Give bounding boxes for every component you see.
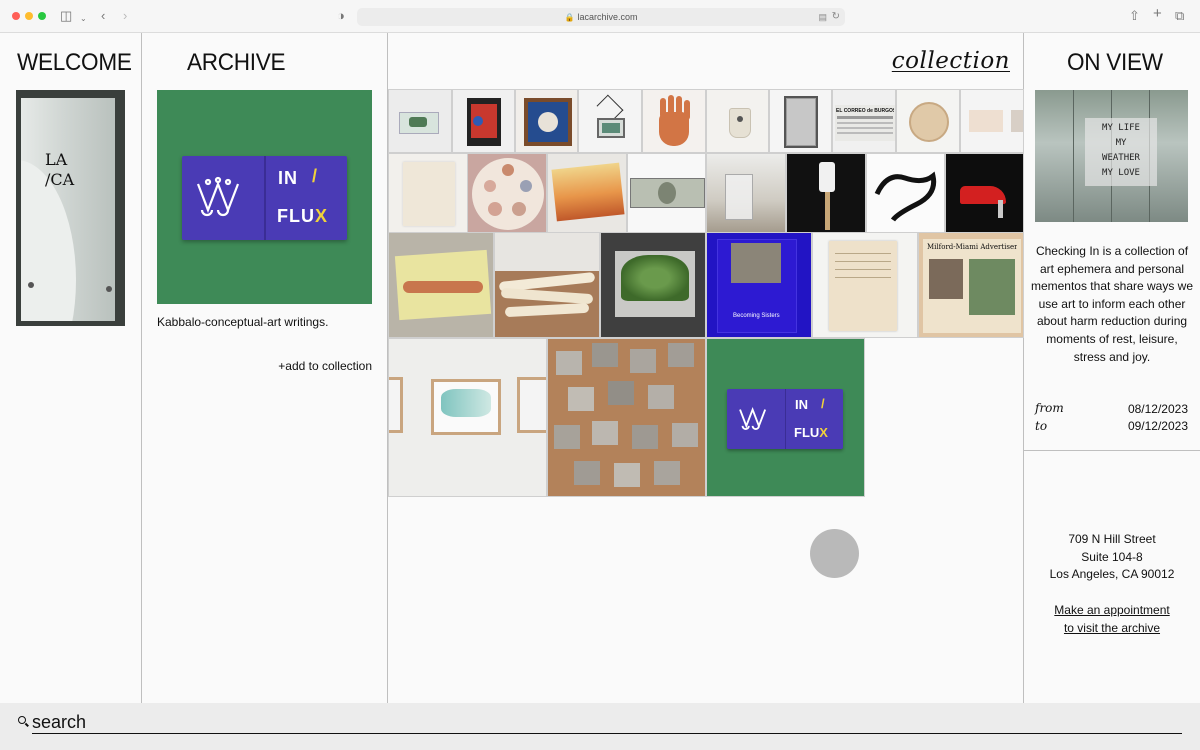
becoming-sisters-text: Becoming Sisters xyxy=(733,313,780,319)
book-slash: / xyxy=(312,166,318,186)
welcome-door-photo: LA /CA xyxy=(16,90,125,326)
collection-item-blank-paper[interactable] xyxy=(388,153,468,233)
forward-arrow-icon[interactable]: › xyxy=(123,7,127,25)
divider-onview-address xyxy=(1024,450,1200,451)
milford-headline: Milford-Miami Advertiser xyxy=(927,243,1017,251)
collection-item-wood-blocks[interactable] xyxy=(547,338,706,497)
from-date: 08/12/2023 xyxy=(1127,402,1188,416)
privacy-shield-icon[interactable]: ◑ xyxy=(337,7,345,25)
newspaper-headline: EL CORREO de BURGOS xyxy=(836,108,894,114)
address: 709 N Hill Street Suite 104-8 Los Angele… xyxy=(1030,531,1194,584)
make-appointment-link[interactable]: Make an appointment to visit the archive xyxy=(1030,602,1194,637)
minimize-window-button[interactable] xyxy=(25,12,33,20)
onview-description: Checking In is a collection of art ephem… xyxy=(1030,244,1194,364)
collection-item-hanging-frame[interactable] xyxy=(578,89,642,153)
collection-item-ceramic-cup[interactable] xyxy=(706,89,769,153)
collection-item-reclining-painting[interactable] xyxy=(388,232,494,338)
appointment-line-1[interactable]: Make an appointment xyxy=(1030,602,1194,620)
address-line-3: Los Angeles, CA 90012 xyxy=(1049,567,1175,582)
add-to-collection-link[interactable]: +add to collection xyxy=(200,359,372,373)
search-icon[interactable] xyxy=(18,716,26,724)
to-label: to xyxy=(1035,419,1048,433)
door-handle-left xyxy=(28,282,34,288)
chevron-down-icon[interactable]: ⌄ xyxy=(80,10,87,28)
browser-toolbar: ◫ ⌄ ‹ › ◑ 🔒 lacarchive.com ▤ ↻ ⇧ + ⧉ xyxy=(0,0,1200,33)
collection-item-framed-drawings[interactable] xyxy=(388,338,547,497)
collection-item-in-flux-book[interactable]: IN / FLUX xyxy=(706,338,865,497)
collection-item-circle-chart[interactable] xyxy=(467,153,547,233)
address-bar[interactable]: 🔒 lacarchive.com ▤ ↻ xyxy=(357,8,845,26)
address-line-2: Suite 104-8 xyxy=(1081,549,1143,564)
collection-item-plastic-bag[interactable] xyxy=(706,153,786,233)
collection-item-milford-newspaper[interactable]: Milford-Miami Advertiser xyxy=(918,232,1024,338)
from-label: from xyxy=(1035,401,1064,415)
archive-feature-image[interactable]: IN / FLUX xyxy=(157,90,372,304)
collection-item-resin-block[interactable] xyxy=(388,89,452,153)
back-arrow-icon[interactable]: ‹ xyxy=(101,7,105,25)
archive-title[interactable]: ARCHIVE xyxy=(187,49,286,77)
reload-icon[interactable]: ↻ xyxy=(832,8,840,26)
book-word-flu: FLU xyxy=(277,206,315,226)
collection-item-pink-card[interactable] xyxy=(960,89,1024,153)
cursor-indicator xyxy=(810,529,859,578)
feature-caption: Kabbalo-conceptual-art writings. xyxy=(157,315,329,329)
collection-item-sunset-painting[interactable] xyxy=(547,153,627,233)
book-word-x: X xyxy=(315,206,329,226)
onview-title[interactable]: ON VIEW xyxy=(1067,49,1163,77)
onview-poster-text: MY LIFE MY WEATHER MY LOVE xyxy=(1085,118,1157,186)
tab-overview-icon[interactable]: ⧉ xyxy=(1175,7,1184,25)
lock-icon: 🔒 xyxy=(564,13,575,22)
collection-item-gray-board[interactable] xyxy=(769,89,832,153)
divider-welcome xyxy=(141,33,142,703)
book-word-in: IN xyxy=(278,168,298,188)
collection-item-white-spatula[interactable] xyxy=(786,153,866,233)
new-tab-icon[interactable]: + xyxy=(1153,5,1162,23)
to-date: 09/12/2023 xyxy=(1127,419,1188,433)
welcome-title[interactable]: WELCOME xyxy=(17,49,132,77)
collection-item-ceramic-hand[interactable] xyxy=(642,89,706,153)
collection-item-green-plant[interactable] xyxy=(600,232,706,338)
small-book-word-in: IN xyxy=(795,397,808,412)
collection-title[interactable]: collection xyxy=(860,48,1010,74)
collection-item-poster-red-frame[interactable] xyxy=(452,89,515,153)
collection-item-becoming-sisters-book[interactable]: Becoming Sisters xyxy=(706,232,812,338)
small-book-word-flu: FLU xyxy=(794,425,820,440)
in-flux-book: IN / FLUX xyxy=(182,156,347,240)
flux-logo-small-icon xyxy=(739,406,767,430)
flux-logo-icon xyxy=(196,176,240,217)
address-line-1: 709 N Hill Street xyxy=(1068,532,1156,546)
collection-item-bone-tusks[interactable] xyxy=(494,232,600,338)
door-sticker: LA /CA xyxy=(45,150,75,189)
collection-item-red-shoe[interactable] xyxy=(945,153,1024,233)
collection-item-black-rope[interactable] xyxy=(866,153,945,233)
door-handle-right xyxy=(106,286,112,292)
close-window-button[interactable] xyxy=(12,12,20,20)
collection-item-dollar-bill[interactable] xyxy=(627,153,706,233)
share-icon[interactable]: ⇧ xyxy=(1129,7,1140,25)
collection-item-newspaper-el-correo[interactable]: EL CORREO de BURGOS xyxy=(832,89,896,153)
small-book-word-x: X xyxy=(819,425,828,440)
maximize-window-button[interactable] xyxy=(38,12,46,20)
onview-window-photo[interactable]: MY LIFE MY WEATHER MY LOVE xyxy=(1035,90,1188,222)
url-text: lacarchive.com xyxy=(577,12,638,22)
collection-item-handwritten-letter[interactable] xyxy=(812,232,918,338)
translate-icon[interactable]: ▤ xyxy=(818,8,827,26)
sidebar-toggle-icon[interactable]: ◫ xyxy=(60,7,72,25)
search-input[interactable] xyxy=(32,712,1182,734)
appointment-line-2[interactable]: to visit the archive xyxy=(1030,620,1194,638)
collection-item-framed-blue-print[interactable] xyxy=(515,89,578,153)
collection-item-round-plate[interactable] xyxy=(896,89,960,153)
